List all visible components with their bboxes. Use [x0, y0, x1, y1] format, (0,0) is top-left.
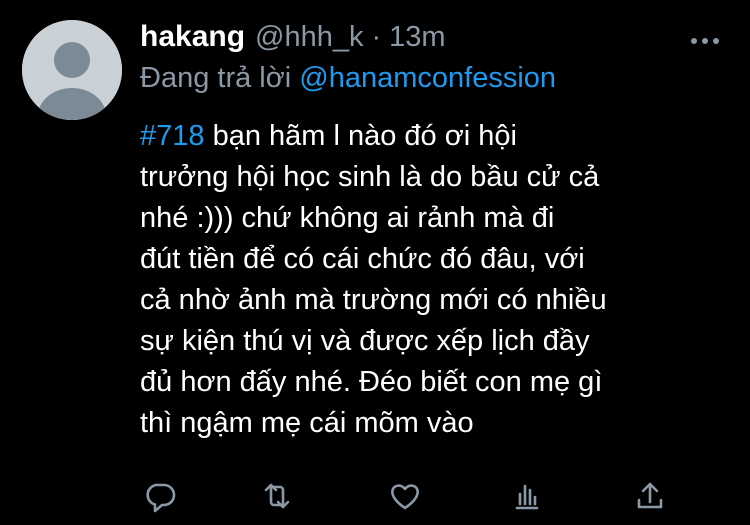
analytics-button[interactable]	[507, 476, 547, 516]
more-horizontal-icon	[691, 38, 719, 44]
user-handle[interactable]: @hhh_k	[255, 21, 363, 54]
analytics-icon	[515, 484, 539, 510]
share-icon	[637, 482, 663, 509]
tweet-text: #718 bạn hãm l nào đó ơi hội trưởng hội …	[140, 116, 720, 444]
tweet-header: hakang @hhh_k · 13m	[140, 20, 725, 60]
tweet-text-line: nhé :))) chứ không ai rảnh mà đi	[140, 202, 555, 234]
heart-icon	[391, 484, 419, 510]
tweet-text-line: đút tiền để có cái chức đó đâu, với	[140, 243, 585, 275]
tweet-text-segment: bạn hãm l nào đó ơi hội	[204, 120, 517, 152]
reply-icon	[146, 483, 176, 513]
tweet: hakang @hhh_k · 13m Đang trả lời @hanamc…	[0, 0, 750, 525]
tweet-content: hakang @hhh_k · 13m Đang trả lời @hanamc…	[140, 20, 725, 444]
replying-to: Đang trả lời @hanamconfession	[140, 62, 725, 106]
tweet-text-line: sự kiện thú vị và được xếp lịch đầy	[140, 325, 590, 357]
tweet-actions	[140, 476, 670, 516]
tweet-text-line: đủ hơn đấy nhé. Đéo biết con mẹ gì	[140, 366, 603, 398]
hashtag-link[interactable]: #718	[140, 120, 205, 152]
retweet-icon	[264, 483, 290, 509]
tweet-text-line: thì ngậm mẹ cái mõm vào	[140, 407, 474, 439]
tweet-text-line: cả nhờ ảnh mà trường mới có nhiều	[140, 284, 607, 316]
replying-to-label: Đang trả lời	[140, 62, 292, 94]
reply-mention-link[interactable]: @hanamconfession	[299, 62, 556, 94]
like-button[interactable]	[385, 476, 425, 516]
timestamp[interactable]: 13m	[389, 21, 445, 54]
display-name[interactable]: hakang	[140, 20, 245, 54]
retweet-button[interactable]	[257, 476, 297, 516]
default-avatar-icon	[22, 20, 122, 120]
tweet-text-line: #718 bạn hãm l nào đó ơi hội	[140, 116, 720, 157]
share-button[interactable]	[630, 476, 670, 516]
tweet-text-line: trưởng hội học sinh là do bầu cử cả	[140, 161, 600, 193]
reply-button[interactable]	[140, 476, 180, 516]
avatar[interactable]	[22, 20, 122, 120]
more-button[interactable]	[685, 26, 725, 56]
separator-dot: ·	[371, 21, 382, 53]
